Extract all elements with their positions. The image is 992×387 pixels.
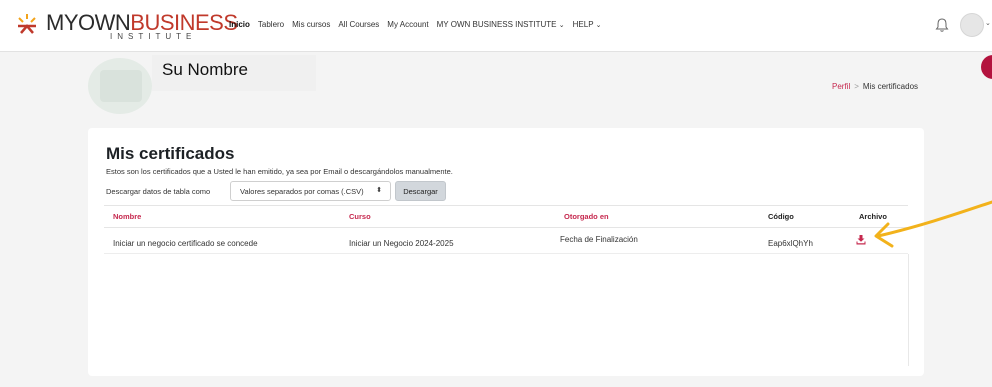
breadcrumb: Perfil > Mis certificados: [832, 82, 918, 91]
export-format-value: Valores separados por comas (.CSV): [240, 187, 364, 196]
column-header-curso[interactable]: Curso: [349, 212, 371, 221]
breadcrumb-current: Mis certificados: [862, 82, 919, 91]
column-header-codigo: Código: [768, 212, 794, 221]
bell-icon[interactable]: [935, 17, 949, 33]
chevron-down-icon: ⌄: [558, 22, 565, 29]
nav-item-help-menu[interactable]: HELP ⌄: [573, 20, 602, 29]
nav-item-all-courses[interactable]: All Courses: [338, 20, 379, 29]
nav-item-institute-menu[interactable]: MY OWN BUSINESS INSTITUTE ⌄: [437, 20, 565, 29]
user-avatar[interactable]: [960, 13, 984, 37]
column-header-nombre[interactable]: Nombre: [113, 212, 141, 221]
chevron-down-icon: ⌄: [595, 22, 602, 29]
cell-curso: Iniciar un Negocio 2024-2025: [349, 239, 454, 248]
chevron-down-icon[interactable]: ⌄: [985, 19, 991, 27]
download-icon[interactable]: [856, 235, 866, 245]
brand-subtitle: INSTITUTE: [110, 32, 197, 41]
annotation-arrow-icon: [874, 200, 992, 248]
profile-picture-placeholder: [100, 70, 142, 102]
top-navbar: MYOWNBUSINESS INSTITUTE Inicio Tablero M…: [0, 0, 992, 52]
table-empty-area: [104, 254, 909, 366]
cell-otorgado: Fecha de Finalización: [560, 235, 638, 244]
cell-nombre: Iniciar un negocio certificado se conced…: [113, 239, 258, 248]
floating-action-button[interactable]: [981, 55, 992, 79]
profile-name: Su Nombre: [162, 60, 248, 79]
export-download-button[interactable]: Descargar: [395, 181, 446, 201]
column-header-otorgado[interactable]: Otorgado en: [564, 212, 609, 221]
nav-item-mis-cursos[interactable]: Mis cursos: [292, 20, 330, 29]
select-arrows-icon: ⬍: [376, 187, 382, 194]
page-description: Estos son los certificados que a Usted l…: [106, 167, 453, 176]
nav-item-institute-label: MY OWN BUSINESS INSTITUTE: [436, 20, 557, 29]
nav-links: Inicio Tablero Mis cursos All Courses My…: [229, 20, 602, 29]
nav-item-tablero[interactable]: Tablero: [258, 20, 284, 29]
page-title: Mis certificados: [106, 144, 235, 163]
export-format-select[interactable]: Valores separados por comas (.CSV) ⬍: [230, 181, 391, 201]
logo-mark-icon: [18, 14, 36, 34]
cell-codigo: Eap6xlQhYh: [768, 239, 813, 248]
export-label: Descargar datos de tabla como: [106, 187, 211, 196]
nav-item-inicio[interactable]: Inicio: [229, 20, 250, 29]
breadcrumb-perfil[interactable]: Perfil: [832, 82, 850, 91]
nav-item-help-label: HELP: [572, 20, 594, 29]
breadcrumb-separator: >: [854, 82, 859, 91]
nav-item-my-account[interactable]: My Account: [387, 20, 428, 29]
